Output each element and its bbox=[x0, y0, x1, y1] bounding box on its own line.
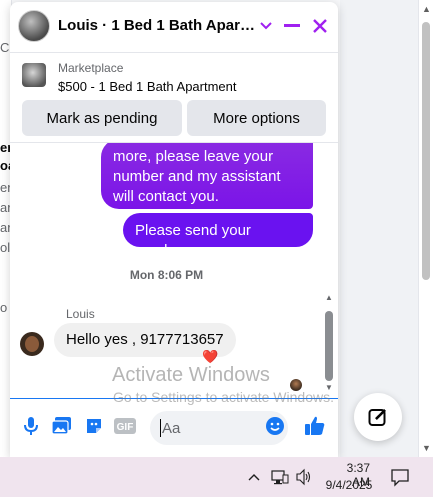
chevron-down-icon[interactable] bbox=[254, 14, 278, 38]
sender-name: Louis bbox=[66, 307, 95, 321]
scroll-up-arrow-icon[interactable]: ▲ bbox=[422, 4, 431, 14]
background-text-fragment: o bbox=[0, 300, 8, 315]
sticker-icon[interactable] bbox=[83, 415, 105, 437]
chat-title[interactable]: Louis · 1 Bed 1 Bath Apart… bbox=[58, 17, 258, 34]
thumbs-up-icon[interactable] bbox=[304, 415, 326, 437]
mark-as-pending-button[interactable]: Mark as pending bbox=[22, 100, 182, 136]
message-timestamp: Mon 8:06 PM bbox=[129, 268, 204, 282]
marketplace-listing[interactable]: Marketplace $500 - 1 Bed 1 Bath Apartmen… bbox=[10, 52, 338, 98]
message-thread[interactable]: more, please leave your number and my as… bbox=[10, 142, 338, 398]
listing-label: Marketplace bbox=[58, 61, 124, 75]
listing-thumbnail[interactable] bbox=[22, 63, 46, 87]
network-icon[interactable] bbox=[271, 468, 289, 486]
background-text-fragment: C bbox=[0, 40, 10, 55]
listing-avatar[interactable] bbox=[18, 10, 50, 42]
new-message-button[interactable] bbox=[354, 393, 402, 441]
thread-scroll-thumb[interactable] bbox=[325, 311, 333, 381]
listing-detail[interactable]: $500 - 1 Bed 1 Bath Apartment bbox=[58, 79, 237, 94]
clock-date[interactable]: 9/4/2025 bbox=[322, 478, 376, 492]
outgoing-message[interactable]: more, please leave your number and my as… bbox=[101, 143, 313, 209]
minimize-icon[interactable] bbox=[280, 14, 304, 38]
gif-icon[interactable]: GIF bbox=[114, 415, 136, 437]
show-hidden-icons-chevron-icon[interactable] bbox=[248, 469, 260, 484]
page-scroll-thumb[interactable] bbox=[422, 22, 430, 280]
microphone-icon[interactable] bbox=[20, 415, 42, 437]
photo-icon[interactable] bbox=[51, 415, 73, 437]
volume-icon[interactable] bbox=[295, 468, 313, 486]
outgoing-message[interactable]: Please send your number bbox=[123, 213, 313, 259]
more-options-button[interactable]: More options bbox=[187, 100, 326, 136]
page-scrollbar[interactable]: ▲ ▼ bbox=[418, 0, 433, 457]
activate-windows-hint: Go to Settings to activate Windows. bbox=[113, 389, 334, 405]
thread-scrollbar[interactable]: ▲ ▼ bbox=[324, 143, 334, 398]
compose-icon bbox=[368, 409, 386, 426]
svg-text:GIF: GIF bbox=[117, 422, 134, 433]
background-text-fragment: ol bbox=[0, 240, 11, 255]
contact-avatar[interactable] bbox=[20, 332, 44, 356]
close-icon[interactable] bbox=[308, 14, 332, 38]
windows-taskbar: 3:37 AM 9/4/2025 bbox=[0, 457, 433, 497]
heart-reaction-icon[interactable]: ❤️ bbox=[202, 349, 218, 365]
notifications-icon[interactable] bbox=[390, 467, 410, 487]
chat-header[interactable]: Louis · 1 Bed 1 Bath Apart… bbox=[10, 2, 338, 50]
scroll-down-arrow-icon[interactable]: ▼ bbox=[422, 443, 431, 453]
emoji-icon[interactable] bbox=[264, 415, 286, 437]
text-caret bbox=[160, 419, 161, 437]
activate-windows-watermark: Activate Windows bbox=[112, 364, 270, 386]
message-composer: GIF bbox=[10, 398, 338, 457]
thread-scroll-up-icon[interactable]: ▲ bbox=[325, 293, 333, 302]
